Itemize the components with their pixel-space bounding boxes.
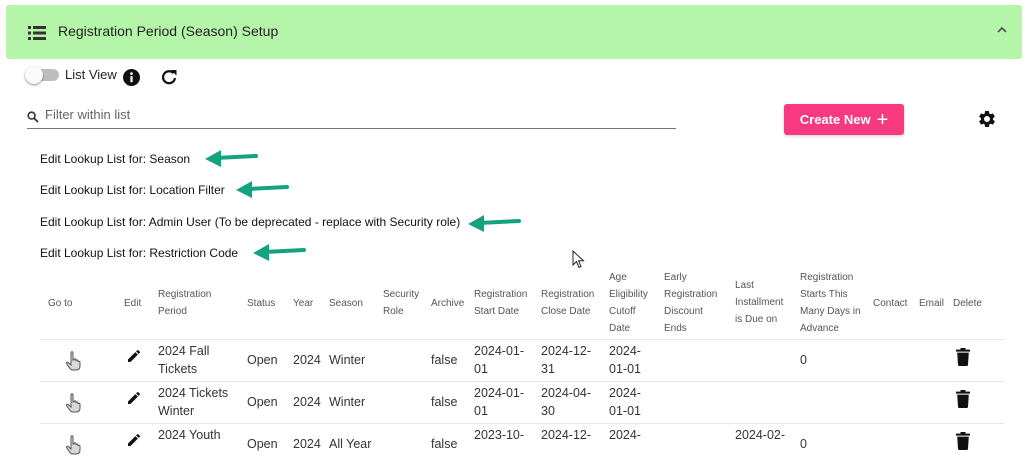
toggle-knob[interactable] bbox=[25, 66, 43, 84]
pencil-icon[interactable] bbox=[126, 348, 142, 364]
cell-close-date: 2024-12-31 bbox=[541, 344, 592, 376]
row-divider bbox=[40, 339, 1004, 340]
col-header[interactable]: Registration Starts This Many Days in Ad… bbox=[800, 269, 866, 337]
annotation-arrow bbox=[236, 181, 289, 198]
col-header[interactable]: Season bbox=[329, 295, 363, 312]
row-divider bbox=[40, 381, 1004, 382]
trash-icon[interactable] bbox=[956, 348, 970, 366]
col-header[interactable]: Last Installment is Due on bbox=[735, 277, 791, 328]
col-header[interactable]: Security Role bbox=[383, 286, 423, 320]
section-header[interactable]: Registration Period (Season) Setup bbox=[6, 5, 1022, 59]
cell-cutoff-date: 2024-01-01 bbox=[609, 386, 641, 418]
cell-period: 2024 Youth bbox=[158, 428, 221, 442]
annotation-arrow bbox=[205, 150, 258, 167]
cell-days-advance: 0 bbox=[800, 437, 807, 451]
cell-year: 2024 bbox=[293, 437, 321, 451]
pointer-hand-icon[interactable] bbox=[65, 435, 81, 455]
col-header[interactable]: Registration Close Date bbox=[541, 286, 601, 320]
col-header[interactable]: Status bbox=[247, 295, 275, 312]
cell-archive: false bbox=[431, 437, 458, 451]
cell-close-date: 2024-12- bbox=[541, 428, 592, 442]
cell-start-date: 2024-01-01 bbox=[474, 344, 525, 376]
col-header[interactable]: Year bbox=[293, 295, 313, 312]
pointer-hand-icon[interactable] bbox=[65, 393, 81, 413]
trash-icon[interactable] bbox=[956, 432, 970, 450]
cell-season: Winter bbox=[329, 395, 366, 409]
cell-cutoff-date: 2024-01-01 bbox=[609, 344, 641, 376]
create-new-button[interactable]: Create New + bbox=[784, 104, 904, 135]
cell-close-date: 2024-04-30 bbox=[541, 386, 592, 418]
create-new-label: Create New bbox=[799, 112, 871, 127]
annotation-arrow bbox=[468, 215, 521, 232]
filter-field[interactable] bbox=[27, 106, 676, 129]
col-header[interactable]: Archive bbox=[431, 295, 464, 312]
list-view-label: List View bbox=[65, 67, 117, 82]
cell-period: 2024 Tickets Winter bbox=[158, 386, 229, 418]
pencil-icon[interactable] bbox=[126, 390, 142, 406]
pointer-hand-icon[interactable] bbox=[65, 351, 81, 371]
trash-icon[interactable] bbox=[956, 390, 970, 408]
col-header[interactable]: Edit bbox=[124, 295, 141, 312]
cell-period: 2024 Fall Tickets bbox=[158, 344, 210, 376]
refresh-icon[interactable] bbox=[160, 68, 178, 86]
cell-cutoff-date: 2024- bbox=[609, 428, 641, 442]
cell-archive: false bbox=[431, 353, 458, 367]
annotation-arrow bbox=[253, 244, 306, 261]
col-header[interactable]: Registration Start Date bbox=[474, 286, 536, 320]
list-view-toggle[interactable] bbox=[25, 66, 59, 84]
cell-installment: 2024-02- bbox=[735, 428, 786, 442]
section-title: Registration Period (Season) Setup bbox=[58, 23, 279, 39]
pencil-icon[interactable] bbox=[126, 432, 142, 448]
plus-icon: + bbox=[876, 108, 889, 131]
lookup-link-season[interactable]: Edit Lookup List for: Season bbox=[40, 152, 190, 166]
list-icon bbox=[28, 26, 46, 40]
cell-archive: false bbox=[431, 395, 458, 409]
col-header[interactable]: Delete bbox=[953, 295, 982, 312]
col-header[interactable]: Go to bbox=[48, 295, 72, 312]
col-header[interactable]: Early Registration Discount Ends bbox=[664, 269, 726, 337]
cell-start-date: 2023-10- bbox=[474, 428, 525, 442]
cell-status: Open bbox=[247, 353, 278, 367]
cell-status: Open bbox=[247, 437, 278, 451]
col-header[interactable]: Contact bbox=[873, 295, 907, 312]
lookup-link-location-filter[interactable]: Edit Lookup List for: Location Filter bbox=[40, 183, 225, 197]
cell-season: Winter bbox=[329, 353, 366, 367]
col-header[interactable]: Email bbox=[919, 295, 944, 312]
cell-year: 2024 bbox=[293, 353, 321, 367]
info-icon[interactable] bbox=[123, 69, 140, 86]
lookup-link-admin-user[interactable]: Edit Lookup List for: Admin User (To be … bbox=[40, 215, 460, 229]
filter-input[interactable] bbox=[45, 107, 665, 122]
col-header[interactable]: Age Eligibility Cutoff Date bbox=[609, 269, 655, 337]
cell-status: Open bbox=[247, 395, 278, 409]
cell-start-date: 2024-01-01 bbox=[474, 386, 525, 418]
cell-season: All Year bbox=[329, 437, 372, 451]
mouse-cursor-icon bbox=[572, 250, 585, 269]
cell-year: 2024 bbox=[293, 395, 321, 409]
lookup-link-restriction-code[interactable]: Edit Lookup List for: Restriction Code bbox=[40, 246, 238, 260]
gear-icon[interactable] bbox=[977, 109, 997, 129]
col-header[interactable]: Registration Period bbox=[158, 286, 230, 320]
chevron-up-icon[interactable] bbox=[996, 25, 1008, 35]
row-divider bbox=[40, 423, 1004, 424]
cell-days-advance: 0 bbox=[800, 353, 807, 367]
search-icon bbox=[27, 111, 39, 123]
